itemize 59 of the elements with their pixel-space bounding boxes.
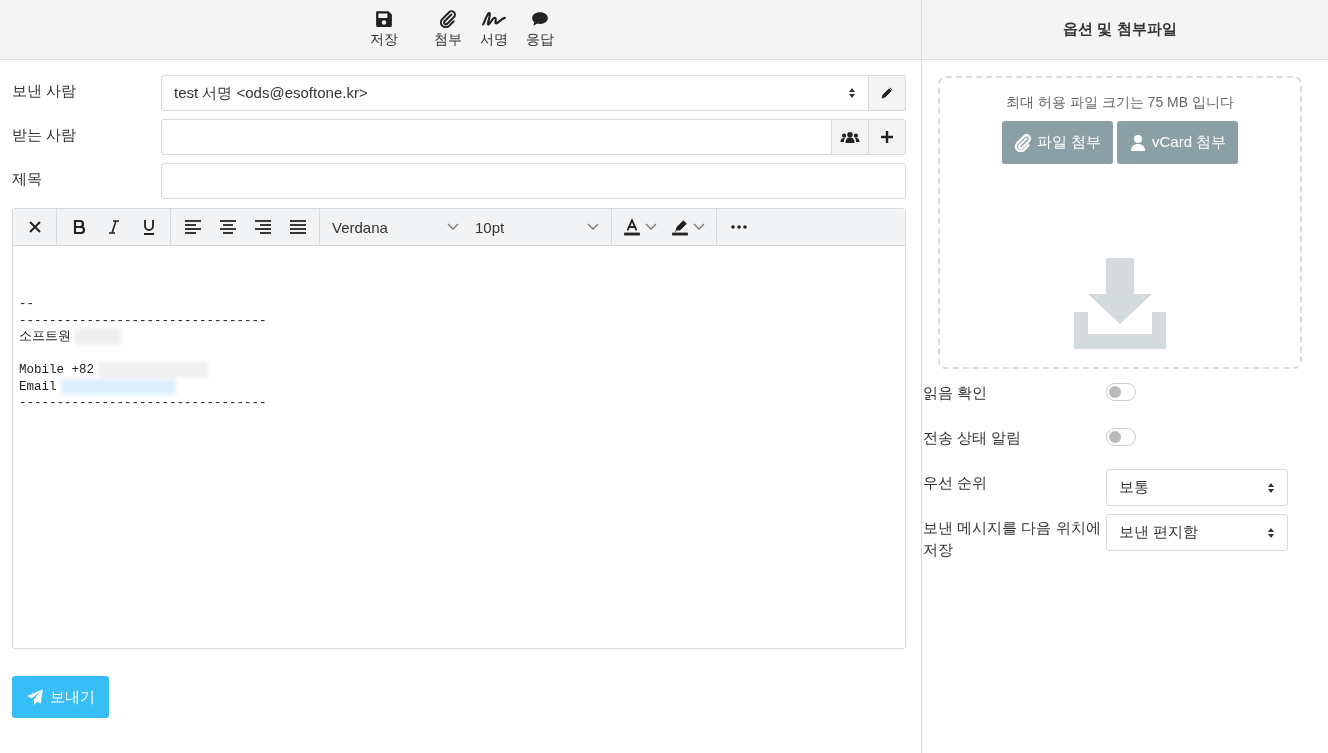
chevron-down-icon [645, 223, 657, 231]
justify-icon [288, 220, 307, 234]
panel-title: 옵션 및 첨부파일 [1063, 20, 1177, 39]
field-label: 받는 사람 [12, 125, 78, 145]
dropdown-select[interactable]: 보통 [1106, 469, 1288, 506]
contacts-button[interactable] [832, 119, 869, 155]
toolbar-button[interactable]: 응답 [519, 0, 560, 59]
body-text: -- [19, 296, 34, 313]
option-label: 우선 순위 [923, 473, 989, 493]
align-right-icon [253, 220, 272, 234]
chevron-down-icon [693, 223, 705, 231]
body-text: --------------------------------- [19, 395, 267, 412]
chevron-down-icon [587, 223, 599, 231]
toggle-switch[interactable] [1106, 428, 1136, 446]
field-label: 보낸 사람 [12, 81, 78, 101]
sort-arrows-icon [1267, 481, 1275, 494]
toolbar-button[interactable]: 서명 [473, 0, 514, 59]
toggle-switch[interactable] [1106, 383, 1136, 401]
marker-icon [671, 218, 689, 236]
speech-bubble-icon [530, 10, 549, 28]
italic-icon [106, 219, 121, 235]
subject-field[interactable] [161, 163, 906, 199]
edit-button[interactable] [869, 75, 906, 111]
body-text: 소프트원 [19, 329, 71, 346]
underline-icon [141, 219, 156, 235]
close-icon [27, 220, 42, 234]
people-group-icon [840, 130, 860, 144]
align-left-icon [183, 220, 202, 234]
person-icon [1129, 133, 1147, 152]
field-label: 제목 [12, 169, 43, 189]
body-text: Email [19, 378, 57, 395]
option-label: 읽음 확인 [923, 383, 989, 403]
option-label: 전송 상태 알림 [923, 428, 1023, 448]
body-text: --------------------------------- [19, 312, 267, 329]
recipient-field[interactable] [161, 119, 832, 155]
sort-arrows-icon [848, 87, 856, 99]
paperclip-icon [438, 10, 457, 28]
toolbar-button[interactable]: 첨부 [427, 0, 468, 59]
download-icon [1074, 258, 1166, 349]
size-dropdown[interactable]: 10pt [467, 212, 607, 242]
size-limit-note: 최대 허용 파일 크기는 75 MB 입니다 [1006, 94, 1234, 112]
body-text: Mobile +82 [19, 362, 94, 379]
toolbar-button[interactable]: 저장 [363, 0, 404, 59]
text-color-icon [623, 218, 641, 236]
plus-icon [880, 130, 894, 144]
option-label: 보낸 메시지를 다음 위치에 저장 [923, 518, 1102, 560]
bold-icon [71, 219, 86, 235]
pencil-icon [879, 85, 895, 101]
ellipsis-icon [729, 225, 748, 229]
paperclip-icon [1013, 133, 1032, 152]
paper-plane-icon [26, 688, 44, 706]
add-button[interactable] [869, 119, 906, 155]
dropdown-select[interactable]: 보낸 편지함 [1106, 514, 1288, 551]
align-center-icon [218, 220, 237, 234]
sender-select[interactable]: test 서명 <ods@esoftone.kr> [161, 75, 869, 111]
signature-icon [480, 10, 507, 28]
chevron-down-icon [447, 223, 459, 231]
sort-arrows-icon [1267, 526, 1275, 539]
font-dropdown[interactable]: Verdana [324, 212, 467, 242]
